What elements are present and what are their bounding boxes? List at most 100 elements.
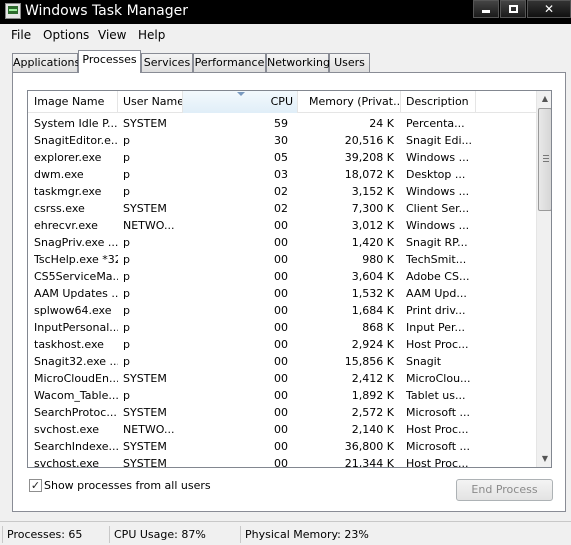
vertical-scrollbar[interactable]: ▲ ▼ <box>536 91 551 467</box>
cell-image-name: SearchIndexe... <box>34 440 118 453</box>
cell-cpu: 00 <box>274 457 288 468</box>
tab-networking[interactable]: Networking <box>266 53 330 73</box>
table-row[interactable]: SearchIndexe... SYSTEM 00 36,800 K Microsoft… <box>28 438 536 455</box>
tab-performance[interactable]: Performance <box>193 53 266 73</box>
cell-memory: 39,208 K <box>344 151 394 164</box>
cell-memory: 7,300 K <box>351 202 394 215</box>
cell-cpu: 00 <box>274 304 288 317</box>
column-image-name[interactable]: Image Name <box>28 91 118 113</box>
scroll-up-icon[interactable]: ▲ <box>537 91 551 107</box>
cell-memory: 3,012 K <box>351 219 394 232</box>
table-row[interactable]: MicroCloudEn... SYSTEM 00 2,412 K MicroClou.… <box>28 370 536 387</box>
cell-description: AAM Upd... <box>406 287 467 300</box>
cell-memory: 20,516 K <box>344 134 394 147</box>
table-row[interactable]: dwm.exe p 03 18,072 K Desktop ... <box>28 166 536 183</box>
cell-user-name: p <box>123 338 130 351</box>
cell-memory: 1,684 K <box>351 304 394 317</box>
cell-description: Host Proc... <box>406 338 469 351</box>
cell-description: Input Per... <box>406 321 465 334</box>
cell-user-name: p <box>123 185 130 198</box>
menu-help[interactable]: Help <box>138 28 165 42</box>
table-row[interactable]: AAM Updates ... p 00 1,532 K AAM Upd... <box>28 285 536 302</box>
cell-description: Print driv... <box>406 304 466 317</box>
cell-memory: 980 K <box>362 253 394 266</box>
cell-description: Windows ... <box>406 185 470 198</box>
cell-memory: 3,152 K <box>351 185 394 198</box>
table-row[interactable]: SearchProtoc... SYSTEM 00 2,572 K Microsoft … <box>28 404 536 421</box>
process-list[interactable]: Image Name User Name CPU Memory (Privat.… <box>27 90 552 468</box>
maximize-button[interactable] <box>500 0 526 18</box>
cell-description: TechSmit... <box>406 253 467 266</box>
scroll-down-icon[interactable]: ▼ <box>537 451 551 467</box>
table-row[interactable]: taskhost.exe p 00 2,924 K Host Proc... <box>28 336 536 353</box>
cell-user-name: SYSTEM <box>123 117 167 130</box>
column-user-name[interactable]: User Name <box>118 91 183 113</box>
table-row[interactable]: svchost.exe NETWO... 00 2,140 K Host Proc... <box>28 421 536 438</box>
table-row[interactable]: explorer.exe p 05 39,208 K Windows ... <box>28 149 536 166</box>
column-description[interactable]: Description <box>401 91 476 113</box>
table-row[interactable]: System Idle P... SYSTEM 59 24 K Percenta... <box>28 115 536 132</box>
cell-user-name: SYSTEM <box>123 406 167 419</box>
table-row[interactable]: splwow64.exe p 00 1,684 K Print driv... <box>28 302 536 319</box>
column-memory[interactable]: Memory (Privat... <box>298 91 401 113</box>
cell-user-name: p <box>123 151 130 164</box>
cell-description: Desktop ... <box>406 168 466 181</box>
table-row[interactable]: ehrecvr.exe NETWO... 00 3,012 K Windows ... <box>28 217 536 234</box>
cell-memory: 3,604 K <box>351 270 394 283</box>
table-row[interactable]: taskmgr.exe p 02 3,152 K Windows ... <box>28 183 536 200</box>
menu-options[interactable]: Options <box>43 28 89 42</box>
cell-description: Percenta... <box>406 117 465 130</box>
table-row[interactable]: Snagit32.exe ... p 00 15,856 K Snagit <box>28 353 536 370</box>
tab-users[interactable]: Users <box>329 53 370 73</box>
table-row[interactable]: svchost.exe SYSTEM 00 21,344 K Host Proc... <box>28 455 536 468</box>
cell-memory: 868 K <box>362 321 394 334</box>
cell-image-name: SearchProtoc... <box>34 406 117 419</box>
table-row[interactable]: SnagitEditor.e... p 30 20,516 K Snagit Edi..… <box>28 132 536 149</box>
grip-icon <box>543 155 549 162</box>
show-all-users-label[interactable]: Show processes from all users <box>44 479 211 492</box>
status-processes: Processes: 65 <box>2 526 107 543</box>
table-row[interactable]: SnagPriv.exe ... p 00 1,420 K Snagit RP... <box>28 234 536 251</box>
table-row[interactable]: Wacom_Table... p 00 1,892 K Tablet us... <box>28 387 536 404</box>
cell-cpu: 02 <box>274 202 288 215</box>
cell-memory: 2,572 K <box>351 406 394 419</box>
task-manager-window: Windows Task Manager ✕ File Options View… <box>0 0 571 545</box>
cell-image-name: SnagPriv.exe ... <box>34 236 118 249</box>
cell-image-name: MicroCloudEn... <box>34 372 118 385</box>
close-button[interactable]: ✕ <box>527 0 571 18</box>
cell-cpu: 00 <box>274 287 288 300</box>
cell-user-name: SYSTEM <box>123 202 167 215</box>
minimize-button[interactable] <box>473 0 499 18</box>
cell-user-name: p <box>123 168 130 181</box>
table-row[interactable]: TscHelp.exe *32 p 00 980 K TechSmit... <box>28 251 536 268</box>
cell-description: Host Proc... <box>406 457 469 468</box>
tab-applications[interactable]: Applications <box>12 53 80 73</box>
cell-image-name: explorer.exe <box>34 151 102 164</box>
table-row[interactable]: CS5ServiceMa... p 00 3,604 K Adobe CS... <box>28 268 536 285</box>
cell-image-name: taskmgr.exe <box>34 185 102 198</box>
scroll-thumb[interactable] <box>538 108 551 211</box>
cell-description: Adobe CS... <box>406 270 470 283</box>
table-row[interactable]: csrss.exe SYSTEM 02 7,300 K Client Ser... <box>28 200 536 217</box>
cell-user-name: p <box>123 355 130 368</box>
tab-services[interactable]: Services <box>141 53 193 73</box>
cell-image-name: AAM Updates ... <box>34 287 118 300</box>
cell-cpu: 05 <box>274 151 288 164</box>
show-all-users-checkbox[interactable]: ✓ <box>29 479 42 492</box>
menu-file[interactable]: File <box>11 28 31 42</box>
cell-description: Host Proc... <box>406 423 469 436</box>
cell-memory: 2,412 K <box>351 372 394 385</box>
cell-memory: 36,800 K <box>344 440 394 453</box>
menu-view[interactable]: View <box>98 28 126 42</box>
cell-user-name: p <box>123 287 130 300</box>
cell-user-name: SYSTEM <box>123 372 167 385</box>
menu-bar: File Options View Help <box>0 24 571 46</box>
cell-memory: 21,344 K <box>344 457 394 468</box>
title-bar[interactable]: Windows Task Manager ✕ <box>0 0 571 24</box>
table-row[interactable]: InputPersonal... p 00 868 K Input Per... <box>28 319 536 336</box>
cell-description: Snagit Edi... <box>406 134 473 147</box>
tab-processes[interactable]: Processes <box>78 50 141 73</box>
cell-image-name: svchost.exe <box>34 457 100 468</box>
cell-image-name: ehrecvr.exe <box>34 219 98 232</box>
end-process-button[interactable]: End Process <box>456 479 553 501</box>
